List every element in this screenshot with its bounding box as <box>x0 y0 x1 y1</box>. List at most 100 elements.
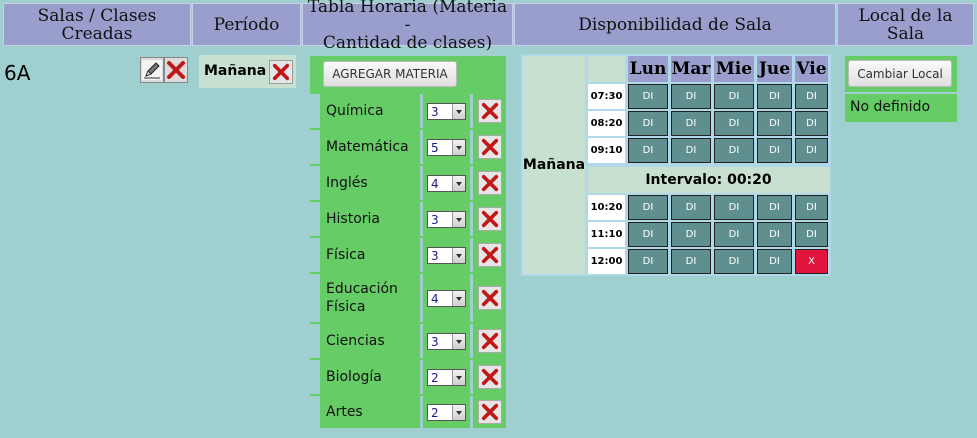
class-count-select[interactable]: 2 <box>427 369 466 386</box>
header-local-label: Local de la Sala <box>858 5 953 44</box>
subject-row: Matemática 5 <box>310 130 506 164</box>
close-icon <box>481 403 498 421</box>
available-slot-cell[interactable]: DI <box>757 222 792 247</box>
delete-subject-button[interactable] <box>477 207 502 231</box>
available-slot-cell[interactable]: DI <box>795 222 828 247</box>
close-icon <box>481 138 498 156</box>
header-period: Período <box>192 3 301 46</box>
delete-subject-button[interactable] <box>477 286 502 310</box>
available-slot-cell[interactable]: DI <box>671 84 711 109</box>
subject-row: Historia 3 <box>310 202 506 236</box>
subject-count-cell: 3 <box>423 324 470 358</box>
subject-name: Inglés <box>320 166 420 200</box>
chevron-down-icon <box>452 370 465 385</box>
available-slot-cell[interactable]: DI <box>757 249 792 274</box>
available-slot-cell[interactable]: DI <box>628 111 668 136</box>
close-icon <box>272 63 290 81</box>
subject-delete-cell <box>473 324 506 358</box>
day-header: Mar <box>671 56 711 82</box>
delete-period-button[interactable] <box>269 60 293 84</box>
class-count-value: 4 <box>431 177 439 191</box>
time-slot-label: 09:10 <box>588 138 625 163</box>
available-slot-cell[interactable]: DI <box>795 195 828 220</box>
available-slot-cell[interactable]: DI <box>628 249 668 274</box>
close-icon <box>481 332 498 350</box>
time-slot-label: 11:10 <box>588 222 625 247</box>
delete-subject-button[interactable] <box>477 99 502 123</box>
edit-room-button[interactable] <box>140 57 164 83</box>
class-count-select[interactable]: 3 <box>427 333 466 350</box>
subject-name: Educación Física <box>320 274 420 322</box>
chevron-down-icon <box>452 405 465 420</box>
delete-subject-button[interactable] <box>477 171 502 195</box>
available-slot-cell[interactable]: DI <box>628 138 668 163</box>
class-count-select[interactable]: 3 <box>427 211 466 228</box>
available-slot-cell[interactable]: DI <box>671 111 711 136</box>
subject-row: Ciencias 3 <box>310 324 506 358</box>
available-slot-cell[interactable]: DI <box>757 138 792 163</box>
subject-name: Matemática <box>320 130 420 164</box>
subject-delete-cell <box>473 202 506 236</box>
delete-subject-button[interactable] <box>477 365 502 389</box>
change-local-button[interactable]: Cambiar Local <box>848 60 952 87</box>
available-slot-cell[interactable]: DI <box>714 84 754 109</box>
class-count-select[interactable]: 5 <box>427 139 466 156</box>
delete-subject-button[interactable] <box>477 400 502 424</box>
subject-row: Química 3 <box>310 94 506 128</box>
header-rooms-label: Salas / Clases Creadas <box>37 5 157 44</box>
subject-delete-cell <box>473 360 506 394</box>
class-count-value: 3 <box>431 335 439 349</box>
day-header: Jue <box>757 56 792 82</box>
subject-row: Biología 2 <box>310 360 506 394</box>
available-slot-cell[interactable]: DI <box>795 84 828 109</box>
available-slot-cell[interactable]: DI <box>671 222 711 247</box>
delete-subject-button[interactable] <box>477 243 502 267</box>
available-slot-cell[interactable]: DI <box>671 195 711 220</box>
available-slot-cell[interactable]: DI <box>757 111 792 136</box>
add-subject-button[interactable]: AGREGAR MATERIA <box>323 61 457 87</box>
available-slot-cell[interactable]: DI <box>757 84 792 109</box>
period-label: Mañana <box>204 63 267 79</box>
available-slot-cell[interactable]: DI <box>671 249 711 274</box>
time-slot-label: 10:20 <box>588 195 625 220</box>
class-count-select[interactable]: 4 <box>427 175 466 192</box>
available-slot-cell[interactable]: DI <box>628 84 668 109</box>
available-slot-cell[interactable]: DI <box>671 138 711 163</box>
delete-subject-button[interactable] <box>477 329 502 353</box>
available-slot-cell[interactable]: DI <box>714 249 754 274</box>
delete-subject-button[interactable] <box>477 135 502 159</box>
subject-count-cell: 3 <box>423 238 470 272</box>
local-value: No definido <box>850 99 931 115</box>
available-slot-cell[interactable]: DI <box>628 195 668 220</box>
available-slot-cell[interactable]: DI <box>628 222 668 247</box>
close-icon <box>481 210 498 228</box>
close-icon <box>167 61 185 79</box>
occupied-slot-cell[interactable]: X <box>795 249 828 274</box>
subject-delete-cell <box>473 130 506 164</box>
class-count-value: 2 <box>431 371 439 385</box>
class-count-value: 3 <box>431 105 439 119</box>
available-slot-cell[interactable]: DI <box>757 195 792 220</box>
delete-room-button[interactable] <box>164 57 188 83</box>
day-header: Lun <box>628 56 668 82</box>
day-header: Vie <box>795 56 828 82</box>
class-count-select[interactable]: 3 <box>427 247 466 264</box>
available-slot-cell[interactable]: DI <box>795 138 828 163</box>
available-slot-cell[interactable]: DI <box>714 222 754 247</box>
period-cell: Mañana <box>199 55 296 88</box>
available-slot-cell[interactable]: DI <box>714 138 754 163</box>
available-slot-cell[interactable]: DI <box>714 195 754 220</box>
class-count-value: 4 <box>431 292 439 306</box>
class-count-select[interactable]: 4 <box>427 290 466 307</box>
page: Salas / Clases Creadas Período Tabla Hor… <box>0 0 977 438</box>
close-icon <box>481 289 498 307</box>
subject-row: Educación Física 4 <box>310 274 506 322</box>
available-slot-cell[interactable]: DI <box>795 111 828 136</box>
class-count-select[interactable]: 2 <box>427 404 466 421</box>
class-count-select[interactable]: 3 <box>427 103 466 120</box>
available-slot-cell[interactable]: DI <box>714 111 754 136</box>
chevron-down-icon <box>452 212 465 227</box>
header-availability: Disponibilidad de Sala <box>514 3 836 46</box>
time-slot-label: 08:20 <box>588 111 625 136</box>
subject-delete-cell <box>473 238 506 272</box>
